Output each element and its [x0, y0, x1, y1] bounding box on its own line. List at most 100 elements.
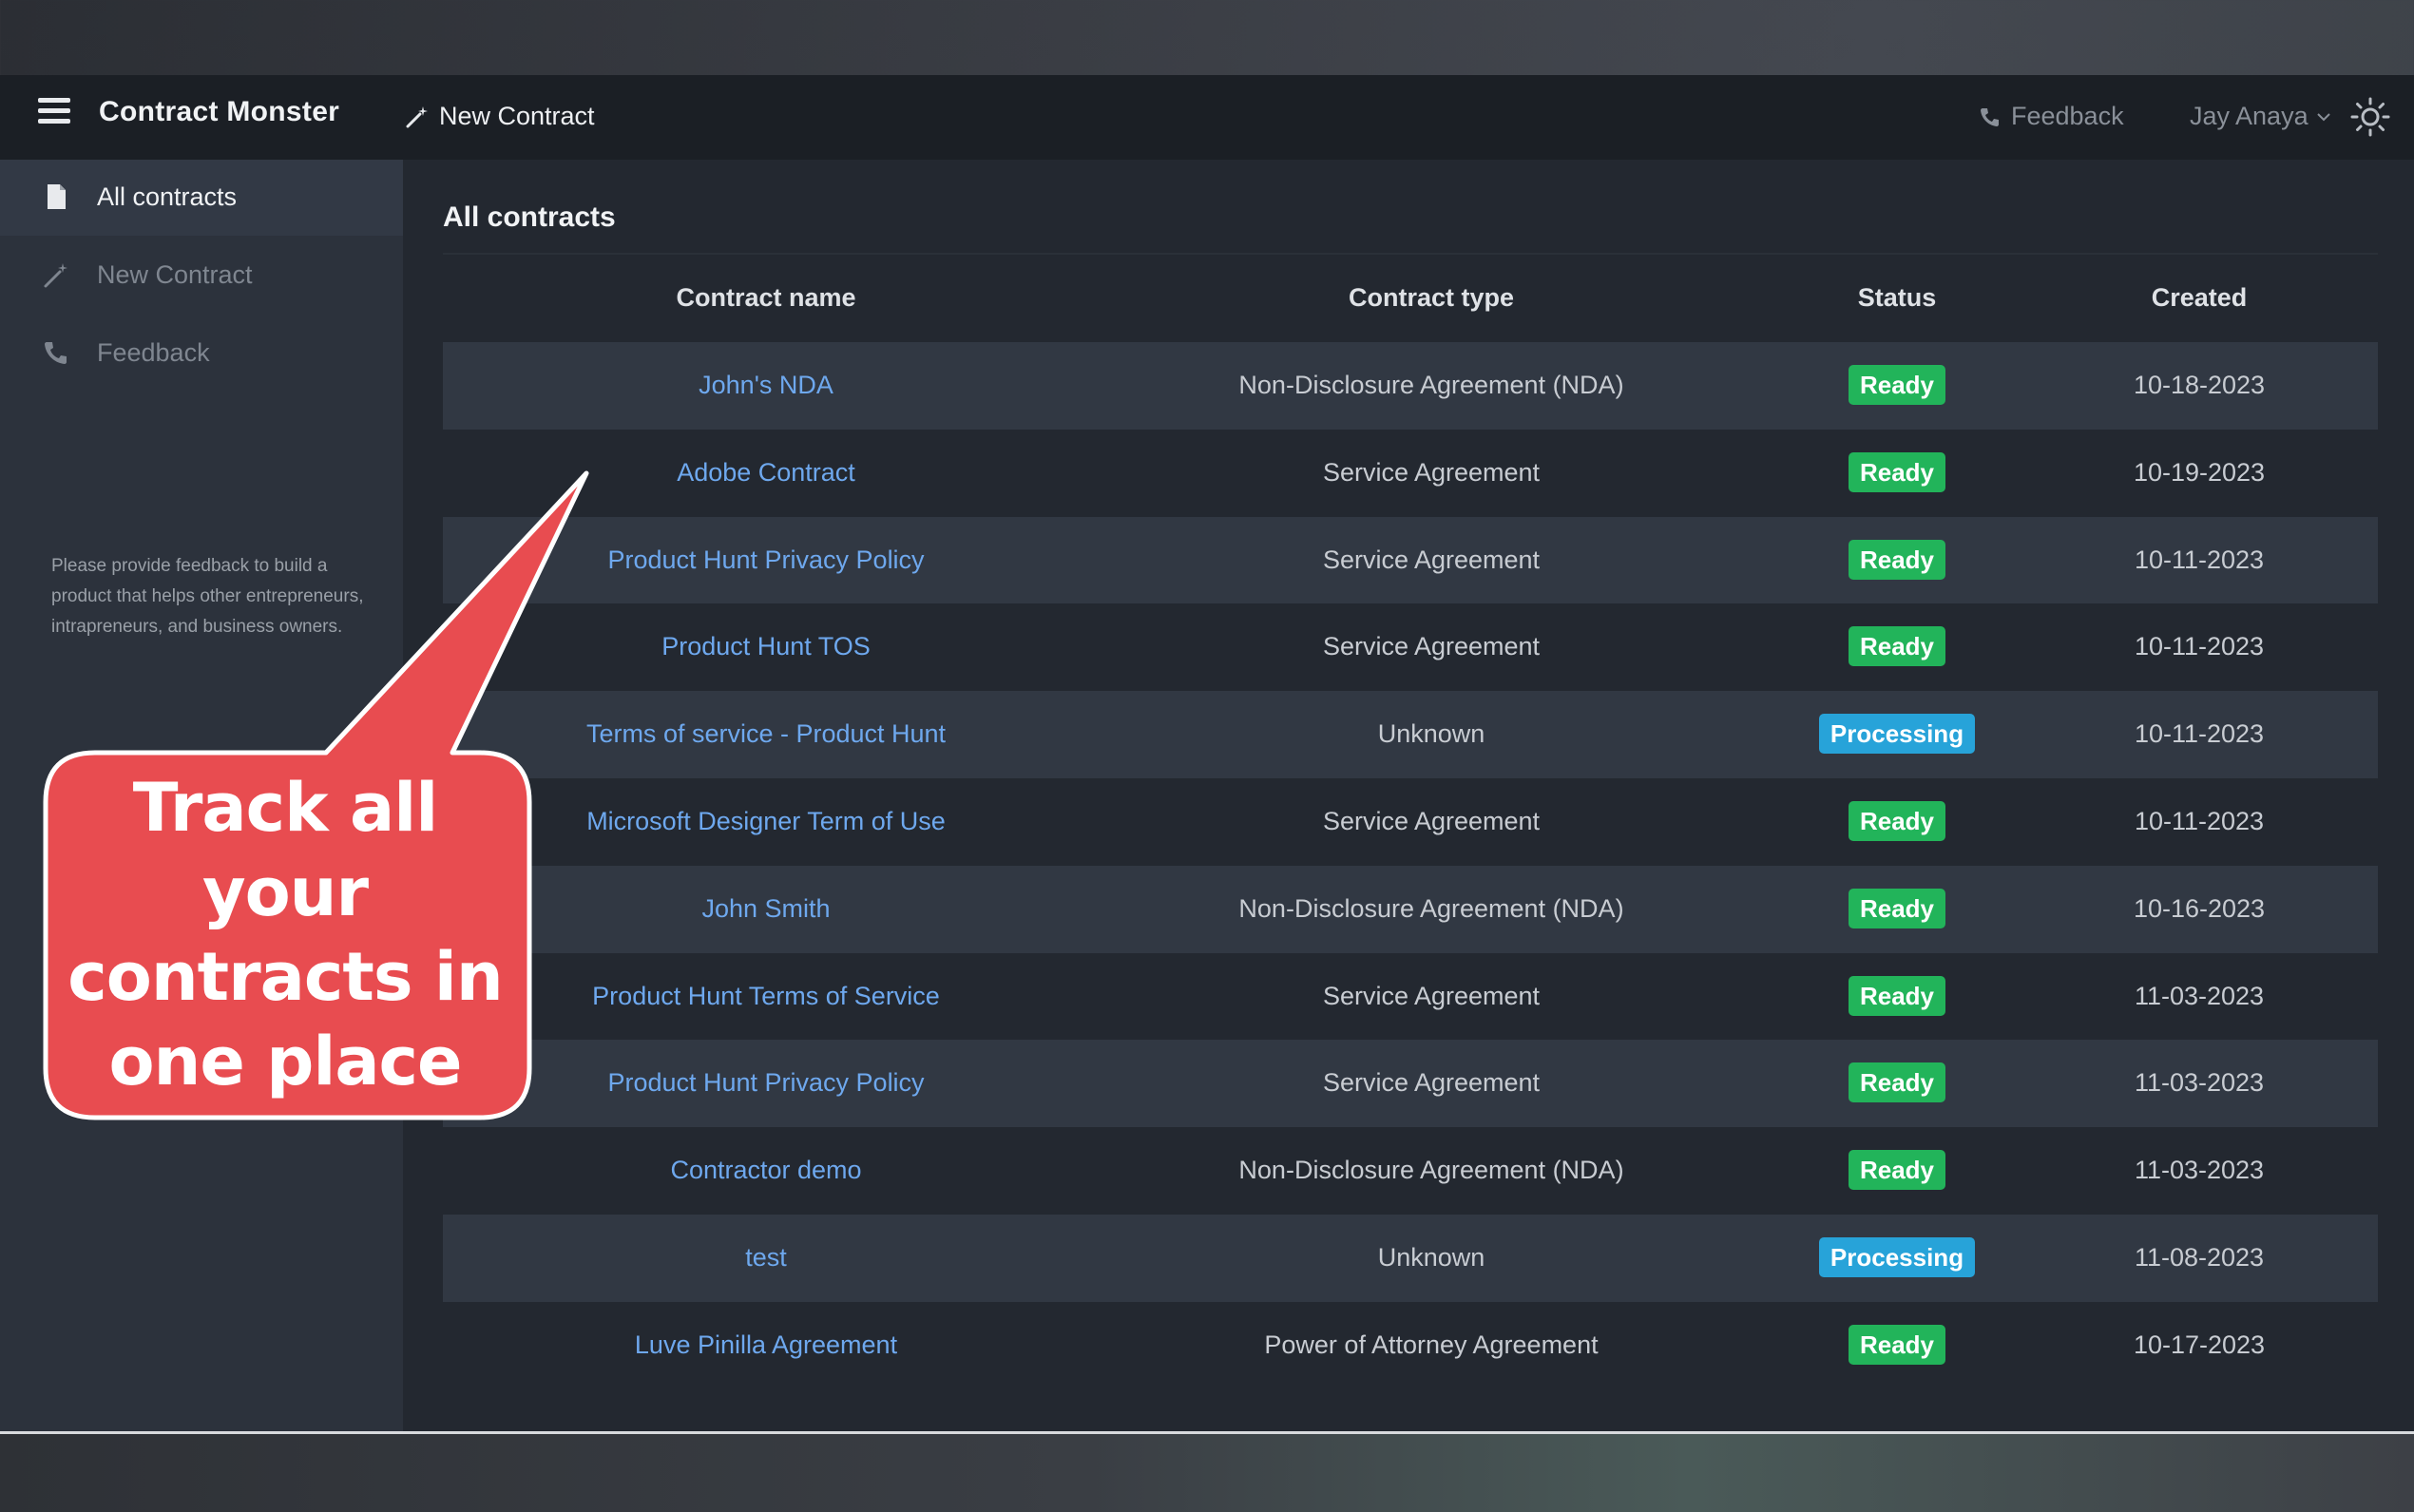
app-window: Contract Monster New Contract Feedback J…	[0, 75, 2414, 1431]
contract-type: Non-Disclosure Agreement (NDA)	[1238, 371, 1624, 399]
created-date: 11-08-2023	[2134, 1242, 2265, 1272]
contract-name-link[interactable]: Microsoft Designer Term of Use	[443, 807, 1089, 836]
table-row[interactable]: test Unknown Processing 11-08-2023	[443, 1214, 2378, 1302]
table-body: John's NDA Non-Disclosure Agreement (NDA)…	[443, 342, 2378, 1389]
status-cell: Processing	[1773, 1236, 2021, 1277]
status-cell: Processing	[1773, 714, 2021, 755]
column-header-status[interactable]: Status	[1773, 283, 2021, 313]
created-date: 10-11-2023	[2134, 806, 2265, 835]
document-icon	[48, 184, 66, 209]
top-bar: Contract Monster New Contract Feedback J…	[0, 75, 2414, 160]
contract-name-link[interactable]: Product Hunt Privacy Policy	[443, 545, 1089, 575]
status-badge: Ready	[1848, 365, 1946, 405]
contract-type: Service Agreement	[1322, 981, 1541, 1010]
page-title: All contracts	[443, 201, 616, 233]
status-cell: Ready	[1773, 365, 2021, 405]
column-header-type[interactable]: Contract type	[1089, 283, 1773, 313]
created-date: 11-03-2023	[2134, 981, 2265, 1010]
created-date: 11-03-2023	[2134, 1156, 2265, 1185]
table-row[interactable]: Product Hunt Terms of Service Service Agr…	[443, 953, 2378, 1041]
column-header-created[interactable]: Created	[2021, 283, 2378, 313]
table-row[interactable]: Terms of service - Product Hunt Unknown Pr…	[443, 691, 2378, 778]
contract-type: Power of Attorney Agreement	[1264, 1330, 1599, 1359]
status-badge: Ready	[1848, 800, 1946, 841]
created-date: 10-11-2023	[2134, 632, 2265, 661]
header-feedback-label: Feedback	[2011, 102, 2124, 130]
sidebar-item-feedback[interactable]: Feedback	[0, 316, 403, 392]
phone-icon	[1981, 107, 1999, 126]
table-row[interactable]: Product Hunt Privacy Policy Service Agree…	[443, 516, 2378, 604]
status-cell: Ready	[1773, 1324, 2021, 1365]
status-badge: Ready	[1848, 451, 1946, 492]
created-date: 10-16-2023	[2133, 893, 2266, 923]
created-date: 10-18-2023	[2133, 371, 2266, 399]
contract-name-link[interactable]: Product Hunt TOS	[443, 632, 1089, 661]
status-cell: Ready	[1773, 888, 2021, 928]
status-badge: Ready	[1848, 888, 1946, 928]
status-cell: Ready	[1773, 1062, 2021, 1103]
user-menu[interactable]: Jay Anaya	[2190, 102, 2331, 131]
contract-name-link[interactable]: test	[443, 1243, 1089, 1273]
table-row[interactable]: Luve Pinilla Agreement Power of Attorney …	[443, 1302, 2378, 1389]
contract-type: Service Agreement	[1322, 545, 1541, 574]
contract-type: Non-Disclosure Agreement (NDA)	[1238, 1156, 1624, 1185]
status-badge: Ready	[1848, 539, 1946, 580]
sidebar-item-label: Feedback	[97, 338, 210, 367]
contract-type: Service Agreement	[1322, 806, 1541, 835]
contract-type: Unknown	[1377, 1242, 1485, 1272]
contract-name-link[interactable]: Contractor demo	[443, 1156, 1089, 1185]
table-row[interactable]: Product Hunt TOS Service Agreement Ready 10…	[443, 603, 2378, 691]
header-new-contract-link[interactable]: New Contract	[405, 102, 595, 131]
contract-name-link[interactable]: Adobe Contract	[443, 458, 1089, 488]
main-content: All contracts Contract name Contract typ…	[403, 160, 2414, 1431]
status-badge: Processing	[1818, 1236, 1976, 1277]
sun-theme-toggle-icon[interactable]	[2349, 96, 2391, 138]
status-badge: Ready	[1848, 1150, 1946, 1191]
sidebar-item-new-contract[interactable]: New Contract	[0, 238, 403, 314]
magic-wand-icon	[44, 263, 67, 288]
header-new-contract-label: New Contract	[439, 102, 595, 130]
sidebar-item-all-contracts[interactable]: All contracts	[0, 160, 403, 236]
sidebar-item-label: New Contract	[97, 260, 253, 289]
status-badge: Ready	[1848, 1062, 1946, 1103]
status-cell: Ready	[1773, 539, 2021, 580]
contract-name-link[interactable]: John's NDA	[443, 371, 1089, 400]
hamburger-menu-icon[interactable]	[38, 98, 70, 130]
contract-name-link[interactable]: Product Hunt Privacy Policy	[443, 1068, 1089, 1098]
created-date: 10-11-2023	[2134, 719, 2265, 749]
status-cell: Ready	[1773, 451, 2021, 492]
chevron-down-icon	[2316, 112, 2330, 121]
status-cell: Ready	[1773, 800, 2021, 841]
table-row[interactable]: John Smith Non-Disclosure Agreement (NDA)…	[443, 865, 2378, 953]
created-date: 10-19-2023	[2133, 457, 2266, 487]
brand-name: Contract Monster	[99, 96, 340, 127]
status-cell: Ready	[1773, 626, 2021, 667]
table-row[interactable]: Microsoft Designer Term of Use Service Ag…	[443, 778, 2378, 866]
background-bottom-strip	[0, 1431, 2414, 1512]
contract-name-link[interactable]: John Smith	[443, 894, 1089, 924]
contract-type: Unknown	[1377, 719, 1485, 749]
table-row[interactable]: Contractor demo Non-Disclosure Agreement …	[443, 1127, 2378, 1215]
column-header-name[interactable]: Contract name	[443, 283, 1089, 313]
table-row[interactable]: Adobe Contract Service Agreement Ready 10-1…	[443, 430, 2378, 517]
contract-name-link[interactable]: Product Hunt Terms of Service	[443, 982, 1089, 1011]
phone-icon	[45, 342, 67, 364]
table-row[interactable]: John's NDA Non-Disclosure Agreement (NDA)…	[443, 342, 2378, 430]
contract-type: Service Agreement	[1322, 1068, 1541, 1098]
sidebar-item-label: All contracts	[97, 182, 238, 211]
created-date: 10-11-2023	[2134, 545, 2265, 574]
status-badge: Processing	[1818, 714, 1976, 755]
sidebar: All contracts New Contract Feedback Plea…	[0, 160, 403, 1431]
contract-type: Service Agreement	[1322, 632, 1541, 661]
contract-type: Non-Disclosure Agreement (NDA)	[1238, 893, 1624, 923]
contract-name-link[interactable]: Terms of service - Product Hunt	[443, 719, 1089, 749]
contract-type: Service Agreement	[1322, 457, 1541, 487]
feedback-note: Please provide feedback to build a produ…	[51, 556, 364, 637]
created-date: 10-17-2023	[2133, 1330, 2266, 1359]
created-date: 11-03-2023	[2134, 1068, 2265, 1098]
table-row[interactable]: Product Hunt Privacy Policy Service Agree…	[443, 1040, 2378, 1128]
contracts-table: Contract name Contract type Status Creat…	[443, 255, 2378, 1389]
contract-name-link[interactable]: Luve Pinilla Agreement	[443, 1330, 1089, 1360]
status-badge: Ready	[1848, 626, 1946, 667]
header-feedback-link[interactable]: Feedback	[1979, 102, 2169, 131]
